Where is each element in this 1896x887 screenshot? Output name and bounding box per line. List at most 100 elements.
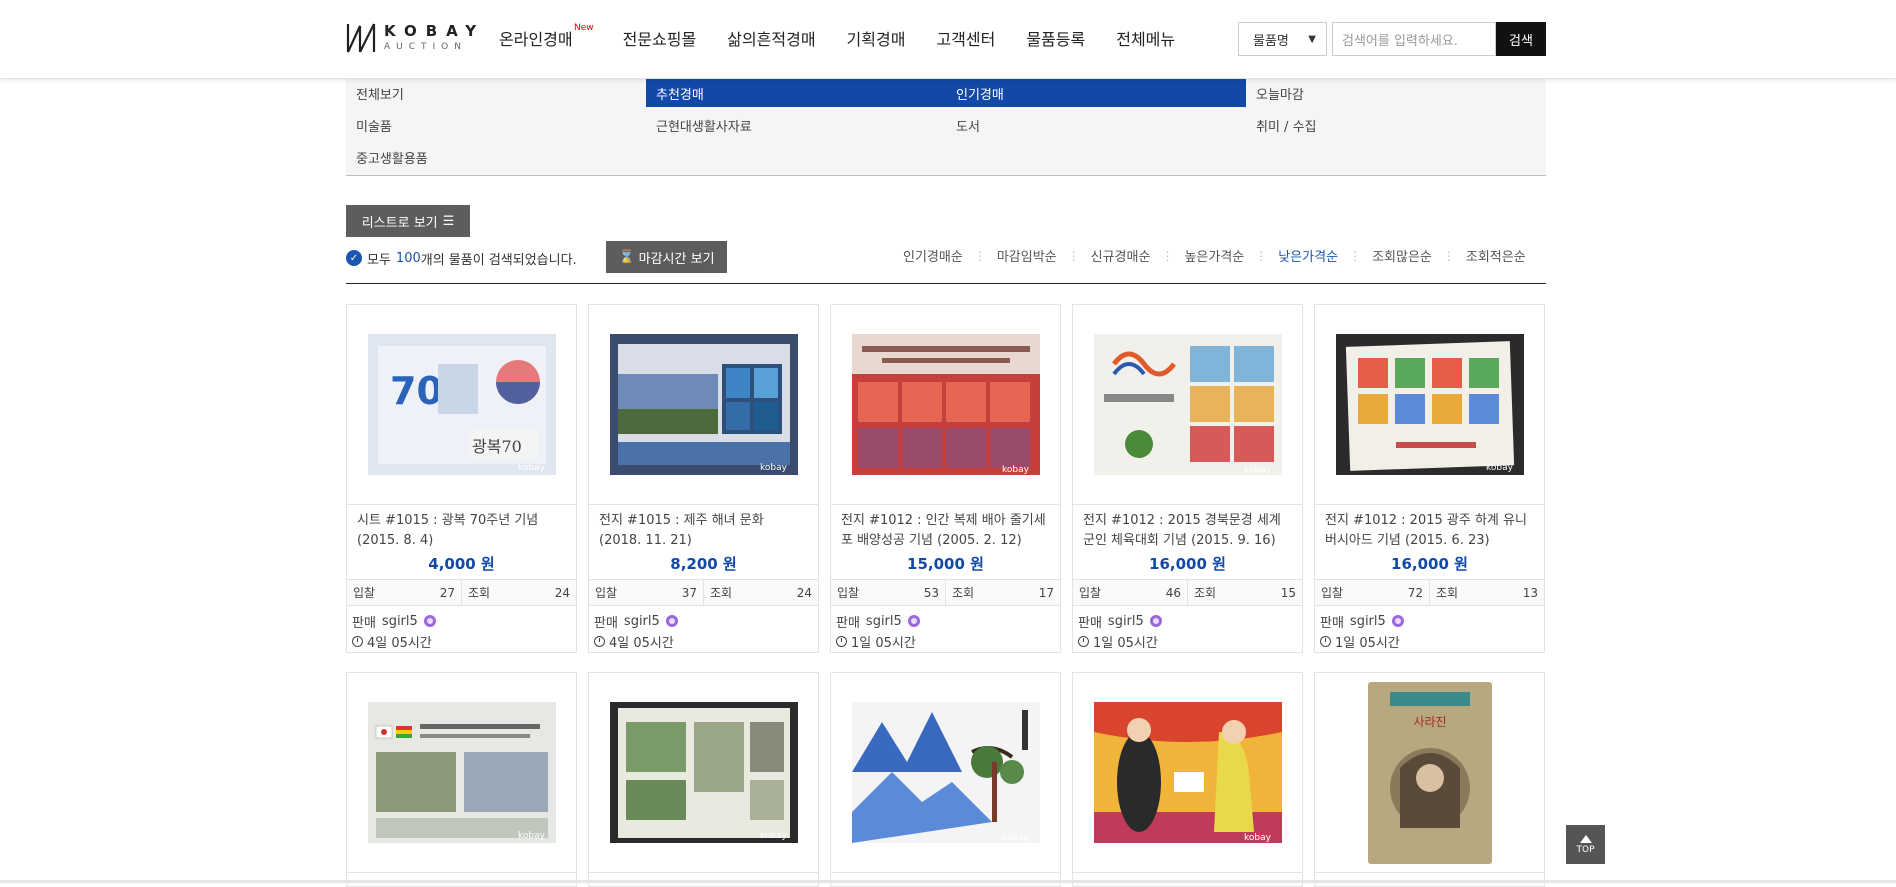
seller-name[interactable]: sgirl5 xyxy=(382,614,418,629)
svg-text:kobay: kobay xyxy=(1002,833,1030,843)
auction-card[interactable]: kobay 전지 #1012 : 인간 복제 배아 줄기세포 배양성공 기념 (… xyxy=(830,304,1061,653)
bid-count: 37 xyxy=(681,585,697,600)
category-panel: 전체보기 추천경매 인기경매 오늘마감 미술품 근현대생활사자료 도서 취미 /… xyxy=(346,79,1546,176)
kobay-logo[interactable]: KOBAY AUCTION xyxy=(346,22,485,54)
nav-item-register[interactable]: 물품등록 xyxy=(1026,26,1085,50)
item-thumbnail[interactable]: kobay xyxy=(589,305,818,505)
list-view-button[interactable]: 리스트로 보기 ☰ xyxy=(346,205,470,237)
item-thumbnail[interactable]: kobay xyxy=(1073,673,1302,873)
stamp-sheet-image: kobay xyxy=(609,334,798,475)
category-modern-history[interactable]: 근현대생활사자료 xyxy=(646,111,946,139)
item-thumbnail[interactable]: 사라진 xyxy=(1315,673,1544,873)
nav-customer-center[interactable]: 고객센터 xyxy=(936,26,995,50)
seller-name[interactable]: sgirl5 xyxy=(624,614,660,629)
seller-info: 판매 sgirl5 xyxy=(1073,606,1302,631)
seller-info: 판매 sgirl5 xyxy=(589,606,818,631)
category-recommended[interactable]: 추천경매 xyxy=(646,79,946,107)
search-type-select[interactable]: 물품명 ▼ xyxy=(1238,22,1327,56)
new-badge: New xyxy=(573,23,594,33)
search-input[interactable]: 검색어를 입력하세요. xyxy=(1332,22,1496,56)
logo-sub: AUCTION xyxy=(384,42,467,52)
hourglass-icon: ⌛ xyxy=(618,249,635,265)
item-price: 15,000 원 xyxy=(907,555,984,573)
painting-image: kobay xyxy=(1093,702,1282,843)
sort-popular[interactable]: 인기경매순 xyxy=(903,246,963,265)
item-thumbnail[interactable]: kobay xyxy=(589,673,818,873)
time-remaining: 1일 05시간 xyxy=(1315,630,1544,652)
seller-grade-icon xyxy=(907,615,920,627)
svg-text:kobay: kobay xyxy=(1244,465,1272,475)
arrow-up-icon xyxy=(1579,834,1592,843)
item-thumbnail[interactable]: kobay xyxy=(831,673,1060,873)
auction-card[interactable]: kobay xyxy=(830,672,1061,887)
sort-least-viewed[interactable]: 조회적은순 xyxy=(1466,246,1526,265)
svg-text:사라진: 사라진 xyxy=(1413,715,1446,729)
stamp-sheet-image: kobay xyxy=(609,702,798,843)
auction-card[interactable]: 사라진 xyxy=(1314,672,1545,887)
category-popular[interactable]: 인기경매 xyxy=(946,79,1246,107)
sort-most-viewed[interactable]: 조회많은순 xyxy=(1372,246,1432,265)
item-price: 8,200 원 xyxy=(670,555,737,573)
auction-card[interactable]: 70 광복70 kobay 시트 #1015 : 광복 70주년 기념 (201… xyxy=(346,304,577,653)
nav-online-auction[interactable]: 온라인경매 New xyxy=(499,23,594,50)
clock-icon xyxy=(1078,635,1089,647)
sort-closing-soon[interactable]: 마감임박순 xyxy=(997,246,1057,265)
auction-card[interactable]: kobay 전지 #1012 : 2015 경북문경 세계군인 체육대회 기념 … xyxy=(1072,304,1303,653)
item-title[interactable]: 전지 #1012 : 인간 복제 배아 줄기세포 배양성공 기념 (2005. … xyxy=(831,505,1060,553)
auction-card[interactable]: kobay 전지 #1015 : 제주 해녀 문화 (2018. 11. 21)… xyxy=(588,304,819,653)
search-bar: 물품명 ▼ 검색어를 입력하세요. 검색 xyxy=(1238,22,1546,56)
item-stats: 입찰 72 조회 13 xyxy=(1315,579,1544,606)
seller-grade-icon xyxy=(665,615,678,627)
seller-name[interactable]: sgirl5 xyxy=(866,614,902,629)
nav-special-shop[interactable]: 전문쇼핑몰 xyxy=(623,26,697,50)
logo-name: KOBAY xyxy=(384,22,486,40)
item-stats: 입찰 53 조회 17 xyxy=(831,579,1060,606)
seller-name[interactable]: sgirl5 xyxy=(1108,614,1144,629)
seller-info: 판매 sgirl5 xyxy=(1315,606,1544,631)
site-header: KOBAY AUCTION 온라인경매 New 전문쇼핑몰 삶의흔적경매 기획경… xyxy=(0,0,1896,79)
category-books[interactable]: 도서 xyxy=(946,111,1246,139)
category-all[interactable]: 전체보기 xyxy=(346,79,646,107)
search-button[interactable]: 검색 xyxy=(1496,22,1546,56)
sort-low-price[interactable]: 낮은가격순 xyxy=(1278,246,1338,265)
nav-planned-auction[interactable]: 기획경매 xyxy=(847,26,906,50)
item-title[interactable]: 전지 #1015 : 제주 해녀 문화 (2018. 11. 21) xyxy=(589,505,818,553)
item-thumbnail[interactable]: kobay xyxy=(831,305,1060,505)
item-title[interactable]: 시트 #1015 : 광복 70주년 기념 (2015. 8. 4) xyxy=(347,505,576,553)
item-title[interactable]: 전지 #1012 : 2015 경북문경 세계군인 체육대회 기념 (2015.… xyxy=(1073,505,1302,553)
auction-card[interactable]: kobay xyxy=(1072,672,1303,887)
view-count: 13 xyxy=(1522,585,1538,600)
time-remaining: 4일 05시간 xyxy=(589,630,818,652)
item-title[interactable]: 전지 #1012 : 2015 광주 하계 유니버시아드 기념 (2015. 6… xyxy=(1315,505,1544,553)
stamp-sheet-image: kobay xyxy=(1093,334,1282,475)
clock-icon xyxy=(836,635,847,647)
nav-life-traces-auction[interactable]: 삶의흔적경매 xyxy=(727,26,815,50)
item-thumbnail[interactable]: kobay xyxy=(1315,305,1544,505)
item-thumbnail[interactable]: kobay xyxy=(347,673,576,873)
bid-count: 72 xyxy=(1407,585,1423,600)
auction-card[interactable]: kobay xyxy=(346,672,577,887)
category-hobby[interactable]: 취미 / 수집 xyxy=(1246,111,1546,139)
item-thumbnail[interactable]: kobay xyxy=(1073,305,1302,505)
item-price: 16,000 원 xyxy=(1391,555,1468,573)
item-thumbnail[interactable]: 70 광복70 kobay xyxy=(347,305,576,505)
auction-card[interactable]: kobay xyxy=(588,672,819,887)
auction-card[interactable]: kobay 전지 #1012 : 2015 광주 하계 유니버시아드 기념 (2… xyxy=(1314,304,1545,653)
bid-count: 27 xyxy=(439,585,455,600)
svg-text:kobay: kobay xyxy=(1486,463,1514,473)
deadline-view-button[interactable]: ⌛ 마감시간 보기 xyxy=(606,241,727,273)
sort-newest[interactable]: 신규경매순 xyxy=(1091,246,1151,265)
svg-text:kobay: kobay xyxy=(760,463,788,473)
sort-high-price[interactable]: 높은가격순 xyxy=(1184,246,1244,265)
stamp-sheet-image: 70 광복70 kobay xyxy=(367,334,556,475)
category-closing-today[interactable]: 오늘마감 xyxy=(1246,79,1546,107)
scroll-top-button[interactable]: TOP xyxy=(1566,825,1605,864)
book-cover-image: 사라진 xyxy=(1359,677,1500,868)
nav-all-menu[interactable]: 전체메뉴 xyxy=(1116,26,1175,50)
stamp-sheet-image: kobay xyxy=(851,334,1040,475)
menu-icon: ☰ xyxy=(442,213,455,229)
seller-name[interactable]: sgirl5 xyxy=(1350,614,1386,629)
category-used-goods[interactable]: 중고생활용품 xyxy=(346,143,646,171)
category-art[interactable]: 미술품 xyxy=(346,111,646,139)
clock-icon xyxy=(1320,635,1331,647)
